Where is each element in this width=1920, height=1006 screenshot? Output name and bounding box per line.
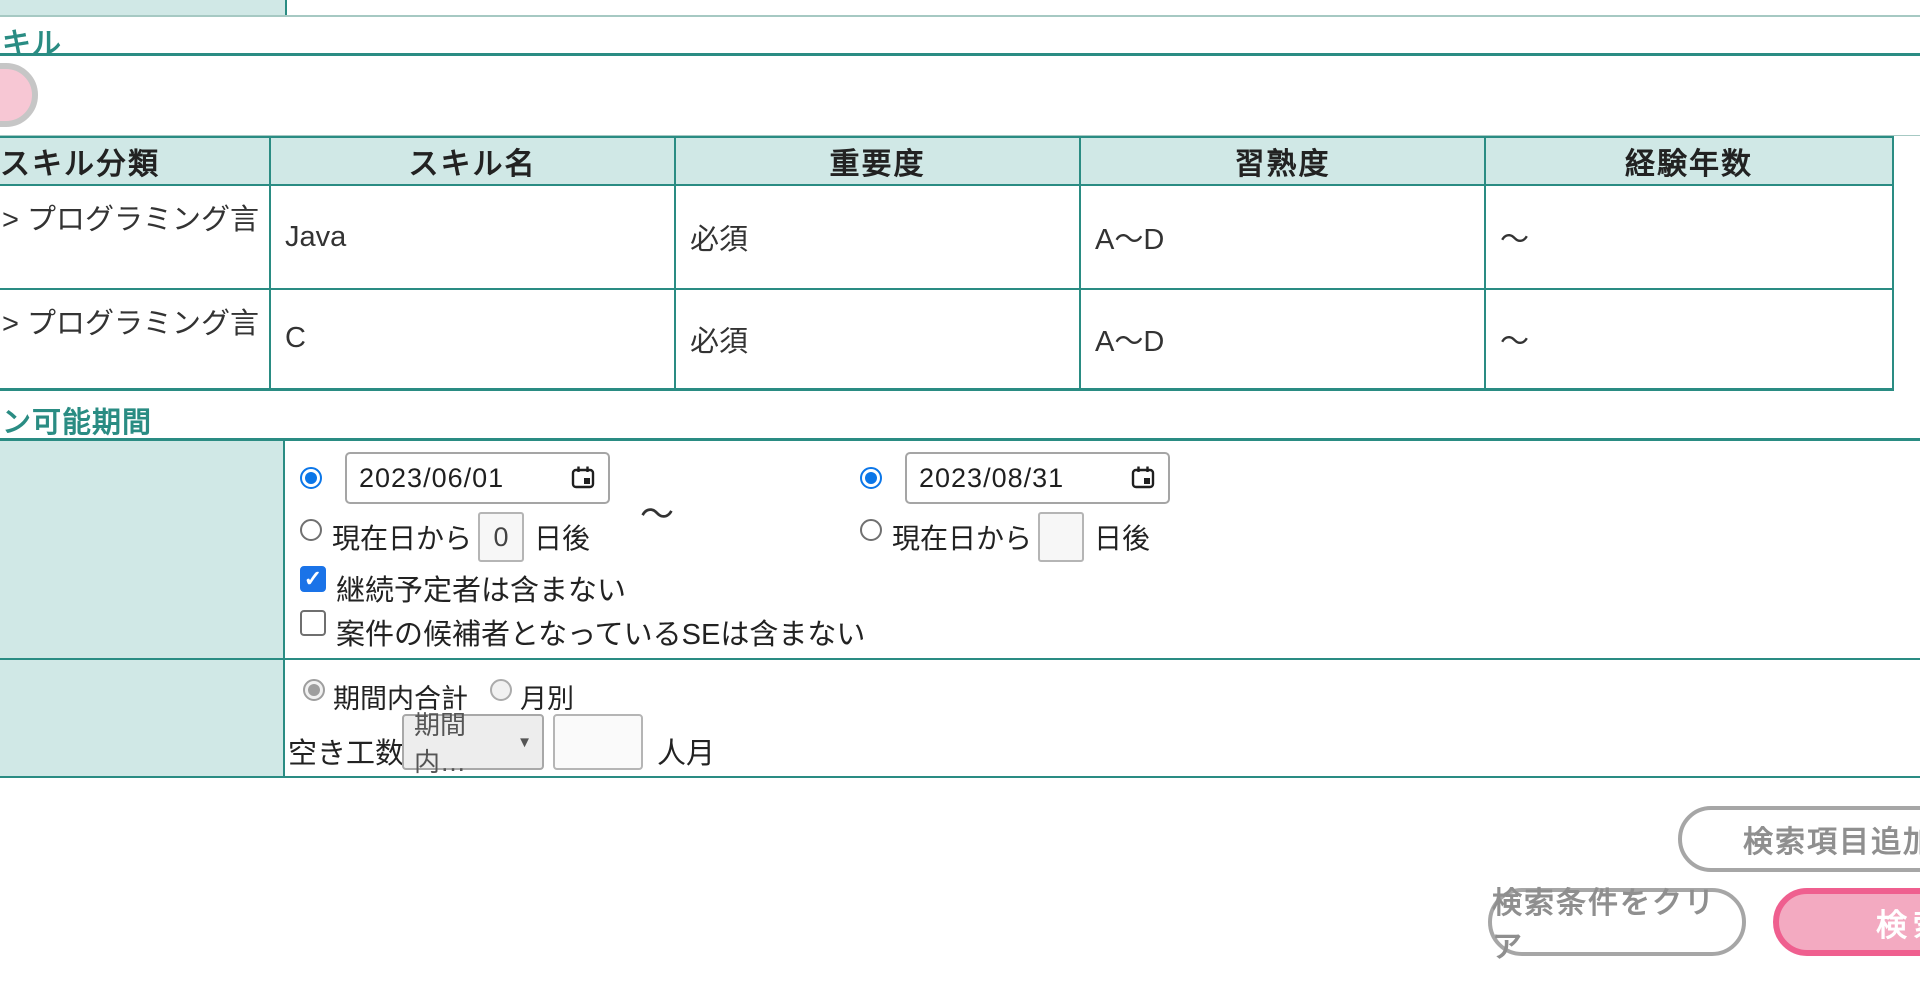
range-tilde: 〜 — [640, 487, 674, 536]
date-from-value: 2023/06/01 — [359, 463, 504, 494]
previous-section-label-cell — [0, 0, 287, 16]
check-icon: ✓ — [304, 566, 322, 592]
total-in-period-radio[interactable] — [303, 679, 325, 701]
date-to-fixed-radio[interactable] — [860, 467, 882, 489]
clear-search-conditions-button[interactable]: 検索条件をクリア — [1488, 888, 1746, 956]
days-after-to-label: 現在日から — [892, 517, 1032, 557]
cell-skill-name: C — [270, 289, 675, 389]
calendar-icon[interactable] — [1130, 465, 1156, 491]
divider — [0, 15, 1920, 17]
add-search-item-button[interactable]: 検索項目追加 — [1678, 806, 1920, 872]
table-row: > プログラミング言 C 必須 A〜D 〜 — [0, 289, 1893, 389]
date-from-input[interactable]: 2023/06/01 — [345, 452, 610, 504]
exclude-continuing-label: 継続予定者は含まない — [336, 567, 626, 609]
days-after-to-input[interactable] — [1038, 512, 1084, 562]
cell-skill-category: > プログラミング言 — [0, 185, 270, 289]
cell-importance: 必須 — [675, 289, 1080, 389]
date-to-relative-radio[interactable] — [860, 519, 882, 541]
calendar-icon[interactable] — [570, 465, 596, 491]
col-header-skill-category: スキル分類 — [0, 137, 270, 185]
cell-proficiency: A〜D — [1080, 289, 1485, 389]
cell-skill-name: Java — [270, 185, 675, 289]
search-button[interactable]: 検索 — [1773, 888, 1920, 956]
cell-experience-years: 〜 — [1485, 289, 1893, 389]
days-after-to-suffix: 日後 — [1094, 517, 1150, 557]
date-to-value: 2023/08/31 — [919, 463, 1064, 494]
period-section-title: ン可能期間 — [2, 399, 152, 441]
search-form-screen: キル スキル分類 スキル名 重要度 習熟度 経験年数 > プログラミング言 Ja… — [0, 0, 1920, 1006]
available-manmonth-label: 空き工数 — [288, 730, 404, 772]
cell-skill-category: > プログラミング言 — [0, 289, 270, 389]
date-to-input[interactable]: 2023/08/31 — [905, 452, 1170, 504]
exclude-candidates-label: 案件の候補者となっているSEは含まない — [336, 611, 865, 653]
monthly-radio[interactable] — [490, 679, 512, 701]
days-after-from-suffix: 日後 — [534, 517, 590, 557]
manmonth-period-select-value: 期間内… — [414, 705, 517, 779]
manmonth-unit-label: 人月 — [657, 730, 715, 772]
skill-table: スキル分類 スキル名 重要度 習熟度 経験年数 > プログラミング言 Java … — [0, 136, 1894, 391]
date-from-fixed-radio[interactable] — [300, 467, 322, 489]
exclude-candidates-checkbox[interactable] — [300, 610, 326, 636]
form-bottom-border — [0, 776, 1920, 778]
col-header-experience-years: 経験年数 — [1485, 137, 1893, 185]
days-after-from-label: 現在日から — [332, 517, 472, 557]
chevron-down-icon: ▼ — [517, 734, 532, 751]
cell-importance: 必須 — [675, 185, 1080, 289]
date-from-relative-radio[interactable] — [300, 519, 322, 541]
partial-pill-button[interactable] — [0, 63, 38, 127]
days-after-from-input[interactable] — [478, 512, 524, 562]
table-row: > プログラミング言 Java 必須 A〜D 〜 — [0, 185, 1893, 289]
col-header-proficiency: 習熟度 — [1080, 137, 1485, 185]
manmonth-value-input[interactable] — [553, 714, 643, 770]
skill-section-underline — [0, 53, 1920, 56]
col-header-skill-name: スキル名 — [270, 137, 675, 185]
monthly-label: 月別 — [520, 677, 574, 716]
cell-experience-years: 〜 — [1485, 185, 1893, 289]
manmonth-period-select[interactable]: 期間内… ▼ — [402, 714, 544, 770]
skill-table-header-row: スキル分類 スキル名 重要度 習熟度 経験年数 — [0, 137, 1893, 185]
form-row-divider — [0, 658, 1920, 660]
period-section-underline — [0, 438, 1920, 441]
cell-proficiency: A〜D — [1080, 185, 1485, 289]
exclude-continuing-checkbox[interactable]: ✓ — [300, 566, 326, 592]
period-form-label-cell — [0, 441, 285, 778]
col-header-importance: 重要度 — [675, 137, 1080, 185]
